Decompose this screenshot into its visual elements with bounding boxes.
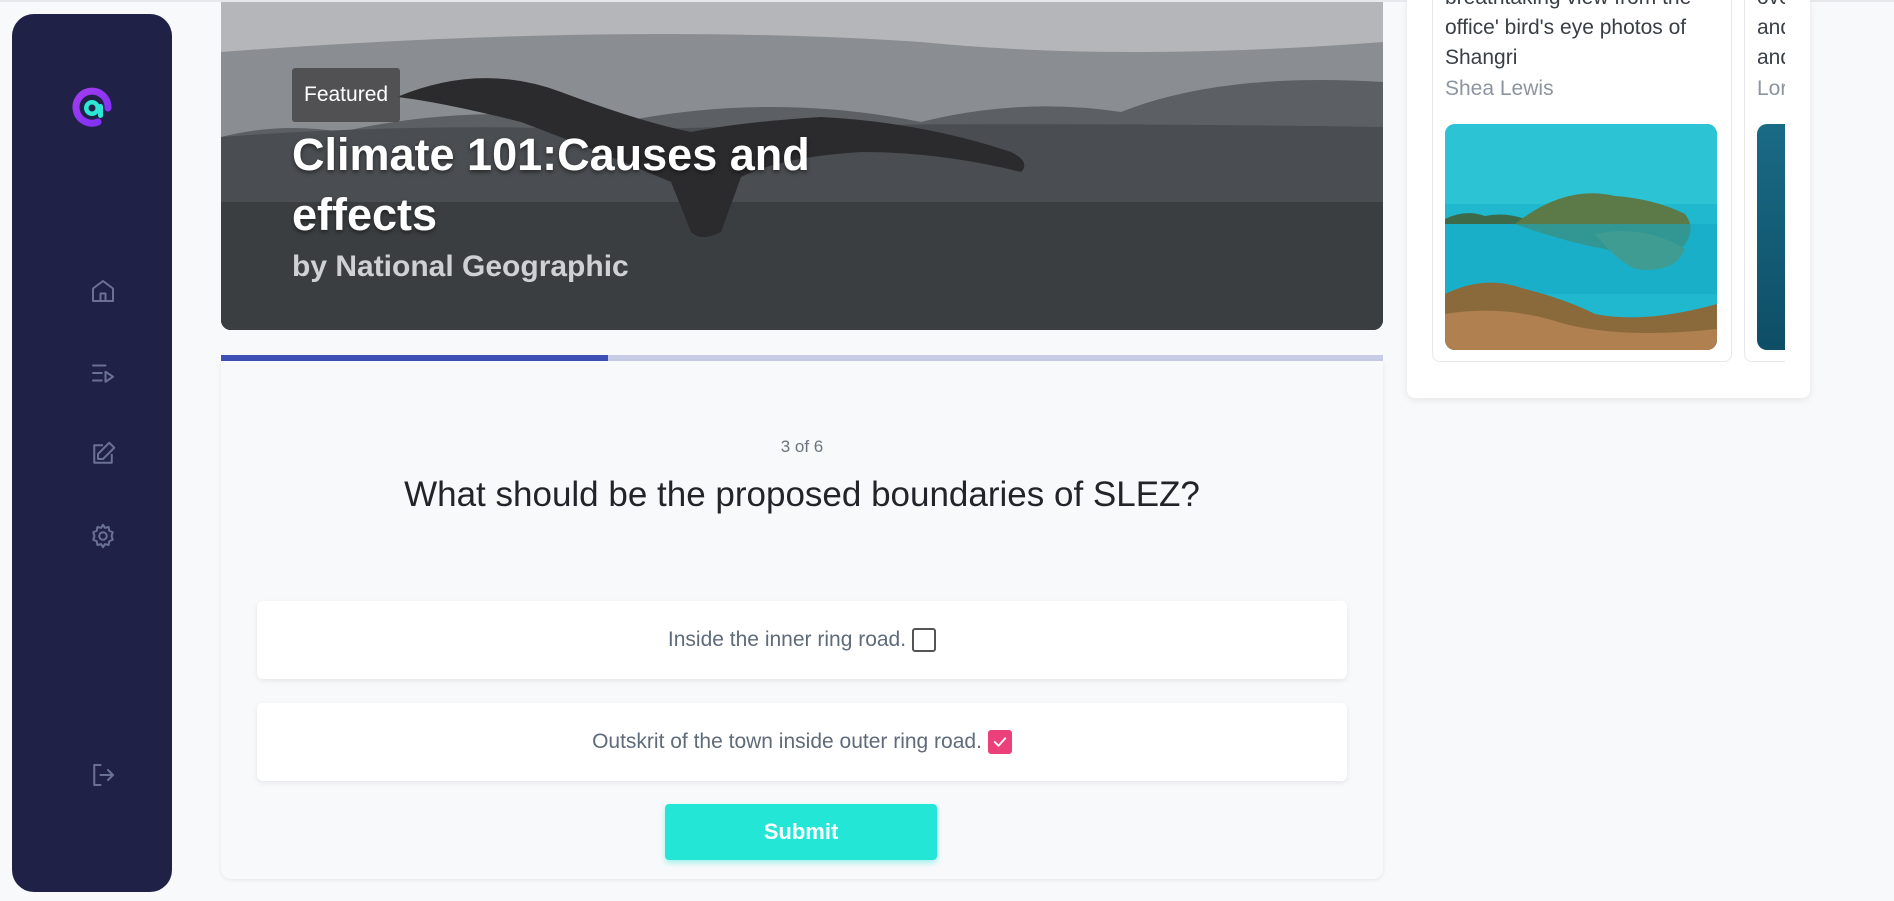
question-counter: 3 of 6 (780, 437, 824, 456)
logout-icon[interactable] (88, 760, 118, 790)
featured-badge: Featured (292, 68, 401, 122)
hero-subtitle: by National Geographic (292, 250, 629, 283)
answer-option-1[interactable]: Inside the inner ring road. (257, 601, 1347, 679)
question-text: What should be the proposed boundaries o… (404, 475, 1200, 514)
article-excerpt-line: breathtaking view from the (1445, 0, 1725, 13)
answer-option-2[interactable]: Outskrit of the town inside outer ring r… (257, 703, 1347, 781)
answer-option-label: Inside the inner ring road. (667, 628, 907, 651)
hero-title: Climate 101:Causes and effects (292, 129, 810, 240)
article-author: Lor (1757, 77, 1788, 100)
edit-icon[interactable] (88, 439, 118, 469)
related-articles-panel: breathtaking view from the office' bird'… (1407, 0, 1810, 398)
quiz-card: 3 of 6 What should be the proposed bound… (221, 361, 1383, 879)
submit-button[interactable]: Submit (665, 804, 937, 860)
home-icon[interactable] (88, 276, 118, 306)
article-excerpt-line: Shangri (1445, 46, 1518, 69)
article-excerpt: breathtaking view from the office' bird'… (1445, 0, 1725, 73)
article-card[interactable]: breathtaking view from the office' bird'… (1432, 0, 1732, 362)
featured-hero[interactable]: Featured Climate 101:Causes and effects … (221, 2, 1383, 330)
article-image (1445, 124, 1717, 350)
playlist-icon[interactable] (88, 358, 118, 388)
sidebar (12, 14, 172, 892)
answer-checkbox[interactable] (912, 628, 937, 652)
settings-icon[interactable] (88, 521, 118, 551)
panel-clip (1785, 0, 1810, 380)
app-logo[interactable] (68, 84, 116, 132)
checked-checkbox[interactable] (987, 730, 1012, 754)
article-excerpt-line: office' bird's eye photos of (1445, 16, 1687, 39)
article-author: Shea Lewis (1445, 77, 1554, 100)
answer-option-label: Outskrit of the town inside outer ring r… (592, 730, 982, 753)
